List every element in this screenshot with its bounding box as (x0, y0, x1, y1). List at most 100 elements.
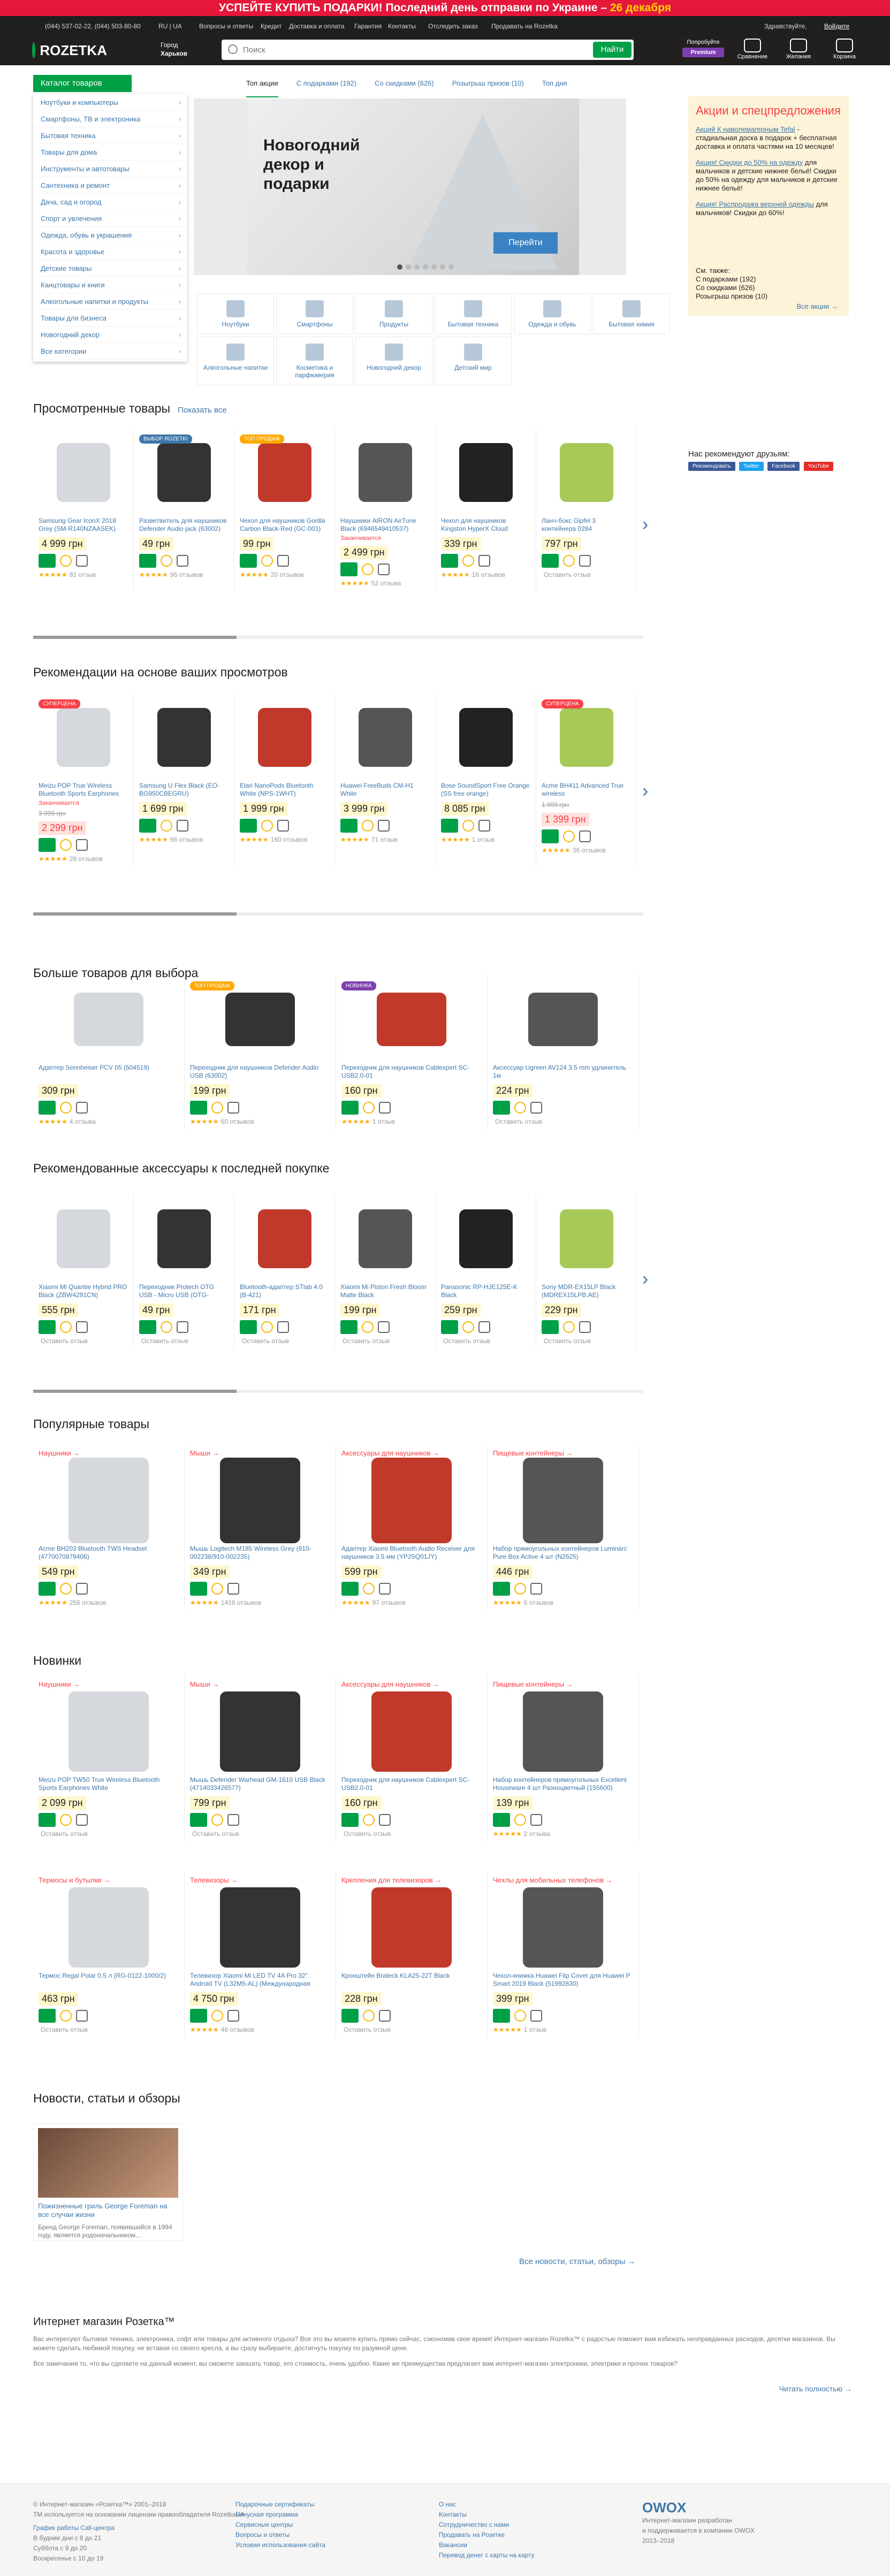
login-link[interactable]: Войдите (824, 22, 849, 30)
product-image[interactable] (39, 979, 179, 1060)
buy-button[interactable] (493, 1813, 510, 1827)
compare-icon[interactable] (227, 1102, 239, 1114)
compare-icon[interactable] (530, 1814, 542, 1826)
buy-button[interactable] (542, 1320, 559, 1334)
product-image[interactable] (39, 432, 128, 513)
heart-icon[interactable] (211, 1583, 223, 1595)
social-button[interactable]: Рекомендовать (688, 462, 735, 471)
buy-button[interactable] (340, 562, 357, 576)
heart-icon[interactable] (363, 1583, 375, 1595)
heart-icon[interactable] (462, 820, 474, 832)
heart-icon[interactable] (261, 820, 273, 832)
heart-icon[interactable] (363, 1102, 375, 1114)
category-tile[interactable]: Бытовая техника (435, 293, 512, 334)
buy-button[interactable] (139, 819, 156, 833)
compare-icon[interactable] (76, 1583, 88, 1595)
catalog-item[interactable]: Новогодний декор (33, 326, 187, 343)
topbar-link[interactable]: Вопросы и ответы (199, 22, 253, 30)
category-tile[interactable]: Одежда и обувь (514, 293, 591, 334)
compare-icon[interactable] (530, 1583, 542, 1595)
topbar-link[interactable]: Гарантия (354, 22, 382, 30)
catalog-item[interactable]: Все категории (33, 343, 187, 360)
read-more-link[interactable]: Читать полностью → (33, 2384, 852, 2393)
product-title[interactable]: Аксессуар Ugreen AV124 3.5 mm удлинитель… (493, 1064, 633, 1080)
compare-icon[interactable] (478, 1321, 490, 1333)
hero-banner[interactable]: Новогодний декор и подарки Перейти (194, 98, 626, 275)
row-scrollbar[interactable] (33, 912, 643, 916)
compare-icon[interactable] (530, 1102, 542, 1114)
product-card[interactable]: Аксессуар Ugreen AV124 3.5 mm удлинитель… (488, 975, 639, 1130)
review-count[interactable]: 1 отзыв (472, 836, 495, 843)
tab-prizes[interactable]: Розыгрыш призов (10) (452, 79, 524, 97)
heart-icon[interactable] (514, 2010, 526, 2022)
footer-link[interactable]: Условия использования сайта (235, 2540, 325, 2550)
review-count[interactable]: 1 отзыв (372, 1118, 395, 1125)
compare-icon[interactable] (379, 1102, 391, 1114)
product-image[interactable] (341, 1458, 482, 1543)
review-count[interactable]: 97 отзывов (372, 1599, 406, 1606)
product-title[interactable]: Meizu POP TW50 True Wireless Bluetooth S… (39, 1776, 179, 1792)
product-title[interactable]: Ланч-бокс Gipfel 3 контейнера 0284 (542, 517, 631, 533)
heart-icon[interactable] (161, 1321, 172, 1333)
product-image[interactable] (190, 1691, 330, 1772)
product-title[interactable]: Набор контейнеров прямоугольных Excellen… (493, 1776, 633, 1792)
product-card[interactable]: Термосы и бутылки → Термос Regal Polar 0.… (33, 1872, 185, 2038)
product-image[interactable] (493, 1691, 633, 1772)
review-count[interactable]: 2 отзыва (524, 1830, 550, 1838)
compare-icon[interactable] (76, 555, 88, 567)
all-promos-link[interactable]: Все акции → (796, 302, 838, 310)
heart-icon[interactable] (362, 820, 374, 832)
category-link[interactable]: Пищевые контейнеры → (493, 1449, 633, 1457)
heart-icon[interactable] (563, 1321, 575, 1333)
buy-button[interactable] (542, 829, 559, 843)
product-title[interactable]: Acme BH411 Advanced True wireless (542, 782, 631, 798)
compare-icon[interactable] (579, 1321, 591, 1333)
compare-icon[interactable] (227, 1583, 239, 1595)
review-count[interactable]: Оставить отзыв (443, 1337, 490, 1345)
product-card[interactable]: Наушники → Meizu POP TW50 True Wireless B… (33, 1676, 185, 1842)
heart-icon[interactable] (563, 830, 575, 842)
topbar-link[interactable]: Продавать на Rozetka (491, 22, 558, 30)
footer-link[interactable]: Сервисные центры (235, 2520, 325, 2530)
heart-icon[interactable] (60, 1102, 72, 1114)
product-card[interactable]: Samsung U Flex Black (EO-BG950CBEGRU) 1 6… (134, 693, 234, 867)
tab-day[interactable]: Топ дня (542, 79, 567, 97)
row-scrollbar[interactable] (33, 636, 643, 639)
catalog-item[interactable]: Ноутбуки и компьютеры (33, 94, 187, 111)
review-count[interactable]: Оставить отзыв (41, 1830, 88, 1838)
product-image[interactable] (340, 432, 430, 513)
show-all-link[interactable]: Показать все (178, 406, 227, 415)
buy-button[interactable] (139, 1320, 156, 1334)
compare-icon[interactable] (530, 2010, 542, 2022)
category-link[interactable]: Чехлы для мобильных телефонов → (493, 1876, 633, 1884)
catalog-button[interactable]: Каталог товаров (33, 75, 132, 92)
product-image[interactable] (139, 697, 229, 778)
tab-top[interactable]: Топ акции (246, 79, 278, 97)
product-card[interactable]: Телевизоры → Телевизор Xiaomi Mi LED TV 4… (185, 1872, 336, 2038)
product-image[interactable] (190, 1458, 330, 1543)
product-title[interactable]: Мышь Defender Warhead GM-1610 USB Black … (190, 1776, 330, 1792)
product-title[interactable]: Кронштейн Brateck KLA25-22T Black (341, 1972, 482, 1988)
product-image[interactable] (441, 697, 530, 778)
buy-button[interactable] (340, 819, 357, 833)
review-count[interactable]: Оставить отзыв (41, 1337, 88, 1345)
compare-icon[interactable] (378, 1321, 390, 1333)
footer-link[interactable]: Подарочные сертификаты (235, 2499, 325, 2510)
product-card[interactable]: ВЫБОР ROZETKI Разветвитель для наушников … (134, 428, 234, 591)
heart-icon[interactable] (514, 1583, 526, 1595)
heart-icon[interactable] (60, 2010, 72, 2022)
promo-link[interactable]: Акция! Распродажа верхней одежды (696, 200, 814, 208)
product-image[interactable] (340, 1199, 430, 1279)
topbar-link[interactable]: Доставка и оплата (289, 22, 345, 30)
product-title[interactable]: Meizu POP True Wireless Bluetooth Sports… (39, 782, 128, 798)
promo-banner[interactable]: УСПЕЙТЕ КУПИТЬ ПОДАРКИ! Последний день о… (0, 0, 890, 16)
compare-icon[interactable] (379, 1814, 391, 1826)
review-count[interactable]: 20 отзывов (271, 571, 304, 578)
product-image[interactable] (493, 1458, 633, 1543)
product-title[interactable]: Чехол-книжка Huawei Flip Cover для Huawe… (493, 1972, 633, 1988)
compare-icon[interactable] (76, 1814, 88, 1826)
buy-button[interactable] (39, 1320, 56, 1334)
compare-icon[interactable] (277, 555, 289, 567)
premium-button[interactable]: Попробуйте Premium (682, 39, 724, 62)
product-title[interactable]: Набор прямоугольных контейнеров Luminarc… (493, 1545, 633, 1561)
